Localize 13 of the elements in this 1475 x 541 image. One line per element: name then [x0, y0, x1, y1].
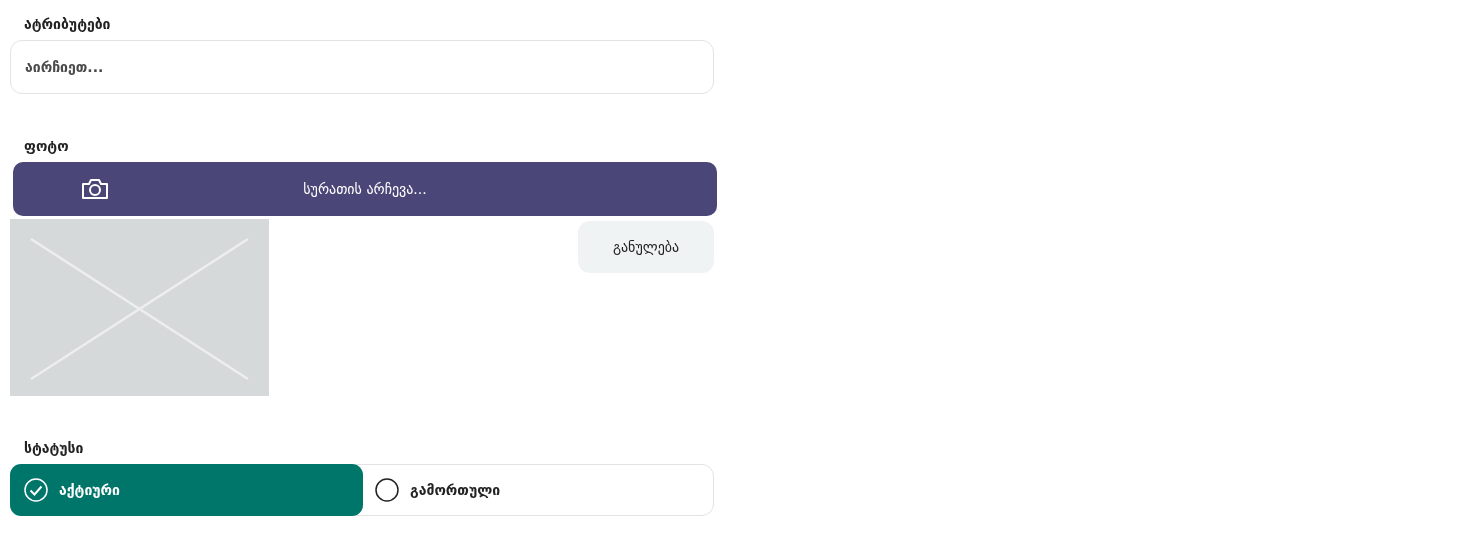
option-label: გამორთული — [410, 482, 501, 498]
field-label: ფოტო — [23, 138, 70, 154]
status-option[interactable]: აქტიური — [10, 464, 363, 516]
select-field[interactable]: აირჩიეთ... — [10, 40, 714, 94]
field-label: ატრიბუტები — [23, 16, 112, 32]
option-label: აქტიური — [59, 482, 120, 498]
check-circle-icon — [24, 478, 48, 502]
field-label: სტატუსი — [23, 440, 85, 456]
reset-button[interactable]: განულება — [578, 221, 714, 273]
choose-image-button[interactable]: სურათის არჩევა... — [13, 162, 717, 216]
radio-circle-icon — [375, 478, 399, 502]
status-option[interactable]: გამორთული — [361, 464, 714, 516]
camera-icon — [81, 178, 109, 200]
